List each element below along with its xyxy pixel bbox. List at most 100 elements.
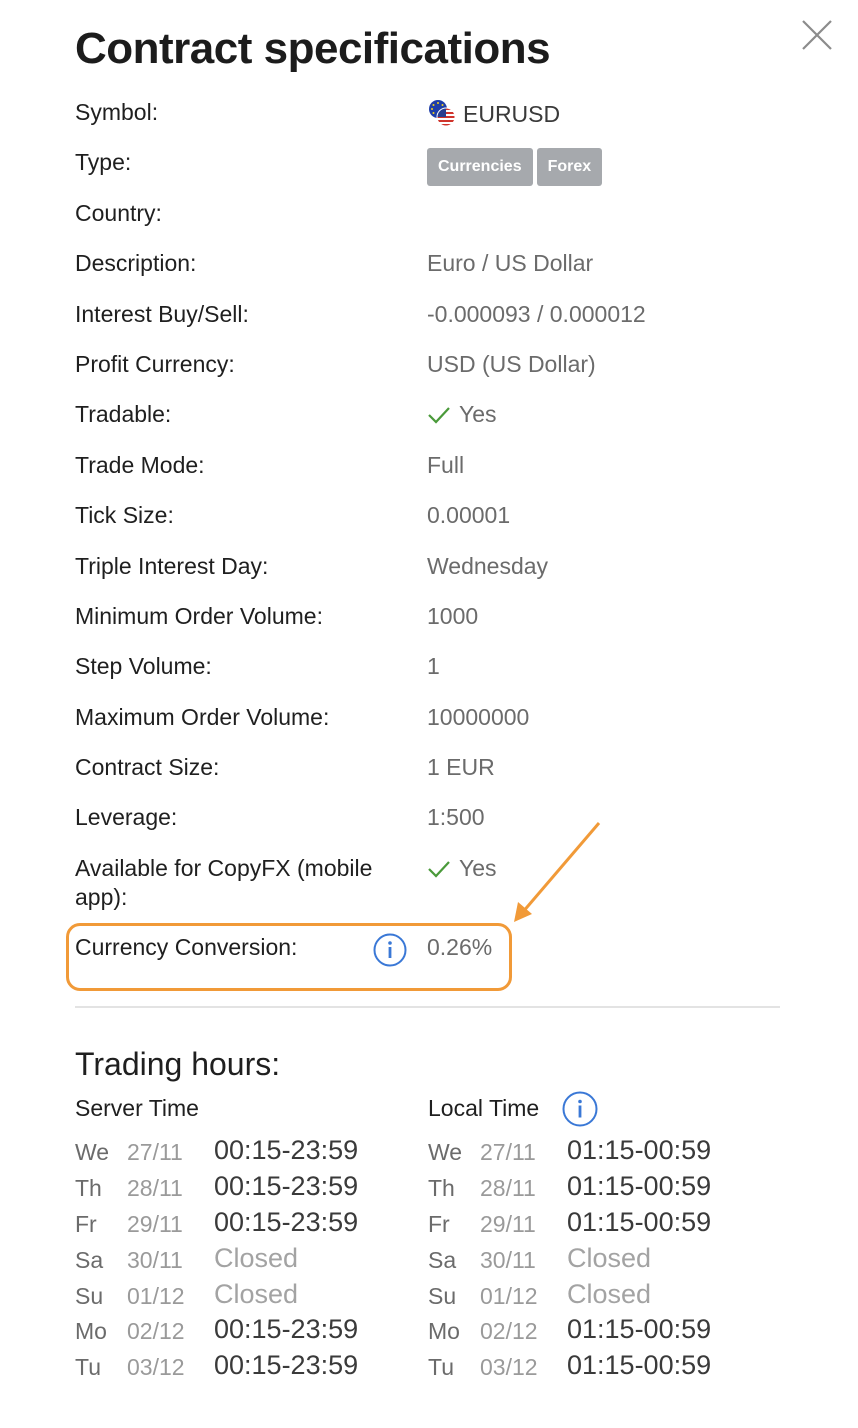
server-time-header: Server Time [75,1095,199,1121]
time-range: 01:15-00:59 [567,1135,712,1165]
spec-row-type: Type: Currencies Forex [75,148,780,188]
spec-row-description: Description: Euro / US Dollar [75,249,780,289]
spec-label: Trade Mode: [75,452,205,478]
spec-value: 1:500 [427,804,485,830]
time-range: 00:15-23:59 [214,1135,359,1165]
day: Mo [75,1318,107,1344]
spec-row-contract-size: Contract Size: 1 EUR [75,753,780,793]
date: 01/12 [480,1283,538,1309]
tradable-value: Yes [459,401,497,427]
time-range: 01:15-00:59 [567,1314,712,1344]
spec-label: Minimum Order Volume: [75,603,323,629]
spec-label: Profit Currency: [75,351,235,377]
divider [75,1006,780,1008]
time-range: Closed [214,1243,299,1273]
spec-label: Tradable: [75,401,172,427]
spec-label: Interest Buy/Sell: [75,301,249,327]
type-badge[interactable]: Currencies [427,148,533,186]
spec-value: Wednesday [427,553,549,579]
date: 28/11 [480,1175,536,1201]
spec-value: 1 [427,653,440,679]
time-range: Closed [214,1279,299,1309]
spec-row-symbol: Symbol: EURUSD [75,98,780,138]
spec-row-copyfx: Available for CopyFX (mobile app): Yes [75,854,780,914]
spec-value: -0.000093 / 0.000012 [427,301,646,327]
spec-row-max-volume: Maximum Order Volume: 10000000 [75,703,780,743]
date: 30/11 [480,1247,536,1273]
spec-label: Maximum Order Volume: [75,704,330,730]
spec-value: 0.00001 [427,502,511,528]
spec-value: 10000000 [427,704,530,730]
trading-hours-title: Trading hours: [75,1046,281,1082]
spec-value: Yes [427,400,497,429]
check-icon [428,861,450,878]
copyfx-value: Yes [459,855,497,881]
page-title: Contract specifications [75,24,551,73]
time-range: 00:15-23:59 [214,1207,359,1237]
date: 02/12 [480,1318,538,1344]
day: Sa [75,1247,104,1273]
spec-label: Country: [75,200,162,226]
day: Su [428,1283,457,1309]
spec-label: Available for CopyFX (mobile app): [75,855,373,910]
spec-row-interest: Interest Buy/Sell: -0.000093 / 0.000012 [75,300,780,340]
date: 28/11 [127,1175,183,1201]
highlight-box [66,923,512,991]
eu-us-flag-icon [427,98,457,128]
spec-label: Symbol: [75,99,159,125]
time-range: 01:15-00:59 [567,1350,712,1380]
day: Fr [428,1211,450,1237]
date: 29/11 [127,1211,183,1237]
spec-value: 1 EUR [427,754,495,780]
spec-row-triple-interest: Triple Interest Day: Wednesday [75,552,780,592]
spec-value: Euro / US Dollar [427,250,594,276]
spec-label: Tick Size: [75,502,174,528]
day: Th [428,1175,455,1201]
day: Tu [75,1354,101,1380]
spec-label: Type: [75,149,132,175]
spec-row-profit-currency: Profit Currency: USD (US Dollar) [75,350,780,390]
spec-row-tradable: Tradable: Yes [75,400,780,440]
spec-row-step-volume: Step Volume: 1 [75,652,780,692]
time-range: 00:15-23:59 [214,1350,359,1380]
spec-value: Currencies Forex [427,148,606,186]
time-range: 00:15-23:59 [214,1314,359,1344]
close-icon[interactable] [800,18,834,52]
day: We [75,1139,110,1165]
type-badge[interactable]: Forex [536,148,603,186]
spec-value: EURUSD [427,98,560,129]
spec-label: Leverage: [75,804,178,830]
spec-row-leverage: Leverage: 1:500 [75,803,780,843]
spec-row-trade-mode: Trade Mode: Full [75,451,780,491]
check-icon [428,407,450,424]
time-range: Closed [567,1243,652,1273]
day: Fr [75,1211,97,1237]
time-range: Closed [567,1279,652,1309]
date: 27/11 [127,1139,183,1165]
spec-label: Description: [75,250,197,276]
spec-label: Step Volume: [75,653,212,679]
date: 29/11 [480,1211,536,1237]
date: 03/12 [127,1354,185,1380]
time-range: 01:15-00:59 [567,1171,712,1201]
spec-label: Contract Size: [75,754,220,780]
day: Sa [428,1247,457,1273]
spec-value: Yes [427,854,497,883]
date: 03/12 [480,1354,538,1380]
time-range: 00:15-23:59 [214,1171,359,1201]
time-range: 01:15-00:59 [567,1207,712,1237]
spec-value: USD (US Dollar) [427,351,596,377]
spec-row-tick-size: Tick Size: 0.00001 [75,501,780,541]
day: Su [75,1283,104,1309]
date: 01/12 [127,1283,185,1309]
spec-row-min-volume: Minimum Order Volume: 1000 [75,602,780,642]
date: 27/11 [480,1139,536,1165]
local-time-header: Local Time [428,1095,540,1121]
spec-label: Triple Interest Day: [75,553,269,579]
spec-row-country: Country: [75,199,780,239]
date: 30/11 [127,1247,183,1273]
date: 02/12 [127,1318,185,1344]
day: Mo [428,1318,460,1344]
day: Tu [428,1354,454,1380]
info-icon[interactable] [562,1091,598,1127]
